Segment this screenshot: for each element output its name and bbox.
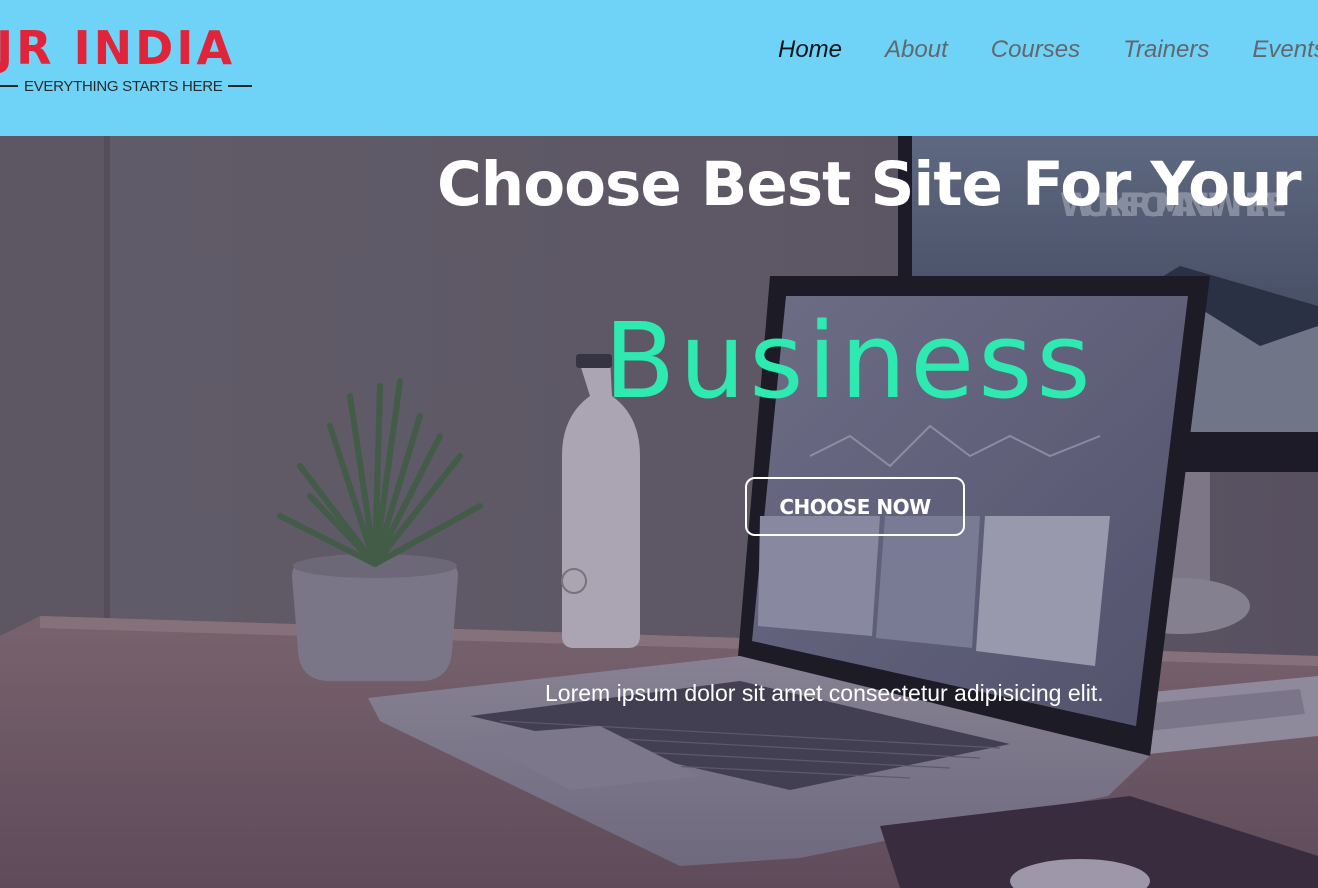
logo-tagline-row: EVERYTHING STARTS HERE (0, 76, 253, 96)
nav-courses-link[interactable]: Courses (991, 36, 1080, 64)
site-logo[interactable]: JR INDIA EVERYTHING STARTS HERE (0, 22, 260, 102)
nav-trainers-link[interactable]: Trainers (1123, 36, 1209, 64)
hero-title: Choose Best Site For Your (437, 149, 1302, 220)
page: JR INDIA EVERYTHING STARTS HERE Home Abo… (0, 0, 1318, 888)
hero-overlay (0, 136, 1318, 888)
site-header: JR INDIA EVERYTHING STARTS HERE Home Abo… (0, 0, 1318, 136)
nav-about-link[interactable]: About (885, 36, 948, 64)
nav-home-link[interactable]: Home (778, 36, 842, 64)
nav-events-link[interactable]: Events (1252, 36, 1318, 64)
hero-highlight-word: Business (604, 300, 1095, 422)
logo-name: JR INDIA (0, 21, 236, 75)
choose-now-button[interactable]: CHOOSE NOW (745, 477, 965, 536)
logo-dash-right (228, 85, 253, 87)
hero-subtitle: Lorem ipsum dolor sit amet consectetur a… (545, 680, 1104, 706)
logo-tagline: EVERYTHING STARTS HERE (24, 77, 223, 95)
main-nav: Home About Courses Trainers Events (778, 30, 1318, 70)
logo-dash-left (0, 85, 18, 87)
hero-section: WORK FROM ANYWHERE Choose Best Site For … (0, 136, 1318, 888)
